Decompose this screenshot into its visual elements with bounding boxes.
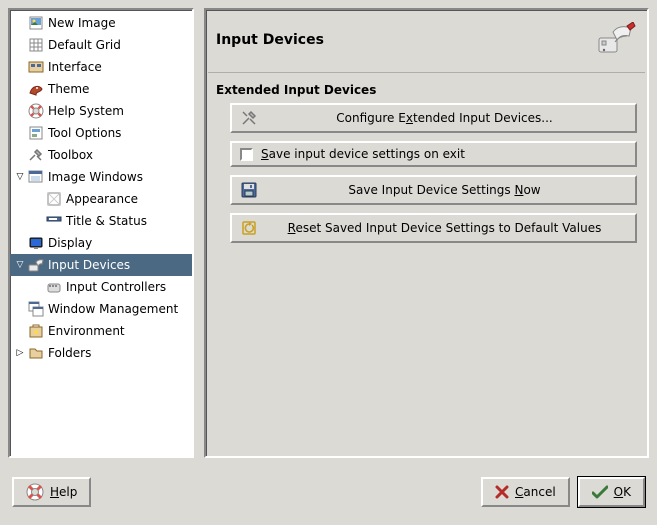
tree-item-label: Tool Options (48, 126, 121, 140)
tree-item-interface[interactable]: Interface (10, 56, 192, 78)
tree-item-appearance[interactable]: Appearance (10, 188, 192, 210)
tree-item-help-system[interactable]: Help System (10, 100, 192, 122)
env-icon (28, 323, 44, 339)
theme-icon (28, 81, 44, 97)
expander-icon (14, 61, 26, 73)
tree-item-window-management[interactable]: Window Management (10, 298, 192, 320)
checkbox-label: Save input device settings on exit (261, 147, 465, 161)
tree-item-environment[interactable]: Environment (10, 320, 192, 342)
lifebuoy-icon (26, 483, 44, 501)
tree-item-toolbox[interactable]: Toolbox (10, 144, 192, 166)
expander-icon (14, 83, 26, 95)
expander-icon (14, 237, 26, 249)
tree-item-label: Window Management (48, 302, 178, 316)
display-icon (28, 235, 44, 251)
preferences-tree: New Image Default Grid Interface Theme Help … (8, 8, 194, 458)
tree-item-label: Environment (48, 324, 125, 338)
tree-item-label: New Image (48, 16, 116, 30)
tree-item-label: Appearance (66, 192, 138, 206)
winmgmt-icon (28, 301, 44, 317)
expander-icon (32, 281, 44, 293)
expander-icon (14, 39, 26, 51)
tree-item-label: Default Grid (48, 38, 121, 52)
tree-item-label: Help System (48, 104, 124, 118)
tree-item-folders[interactable]: ▷ Folders (10, 342, 192, 364)
tree-item-label: Interface (48, 60, 102, 74)
expander-icon (32, 193, 44, 205)
section-title: Extended Input Devices (216, 83, 637, 97)
save-icon (240, 181, 258, 199)
save-now-button[interactable]: Save Input Device Settings Now (230, 175, 637, 205)
expander-icon[interactable]: ▽ (14, 259, 26, 271)
tree-item-title-status[interactable]: Title & Status (10, 210, 192, 232)
expander-icon (32, 215, 44, 227)
controllers-icon (46, 279, 62, 295)
cancel-icon (495, 485, 509, 499)
tree-item-label: Toolbox (48, 148, 93, 162)
appearance-icon (46, 191, 62, 207)
tree-item-input-controllers[interactable]: Input Controllers (10, 276, 192, 298)
title-icon (46, 213, 62, 229)
expander-icon[interactable]: ▽ (14, 171, 26, 183)
save-on-exit-checkbox[interactable]: Save input device settings on exit (230, 141, 637, 167)
tree-item-label: Title & Status (66, 214, 147, 228)
toolbox-icon (28, 147, 44, 163)
tree-item-theme[interactable]: Theme (10, 78, 192, 100)
save-now-label: Save Input Device Settings Now (262, 183, 627, 197)
tree-item-tool-options[interactable]: Tool Options (10, 122, 192, 144)
help-icon (28, 103, 44, 119)
input-devices-header-icon (597, 22, 637, 58)
cancel-button[interactable]: Cancel (481, 477, 570, 507)
panel-header: Input Devices (208, 12, 645, 73)
bottom-bar: Help Cancel OK (0, 466, 657, 518)
ok-button[interactable]: OK (578, 477, 645, 507)
checkbox-box-icon (240, 148, 253, 161)
panel-body: Extended Input Devices Configure Extende… (208, 73, 645, 261)
tree-item-new-image[interactable]: New Image (10, 12, 192, 34)
configure-extended-input-button[interactable]: Configure Extended Input Devices... (230, 103, 637, 133)
tooloptions-icon (28, 125, 44, 141)
tree-item-label: Input Devices (48, 258, 130, 272)
content-panel: Input Devices Extended Input Devices (204, 8, 649, 458)
expander-icon (14, 127, 26, 139)
ok-icon (592, 485, 608, 499)
expander-icon (14, 303, 26, 315)
grid-icon (28, 37, 44, 53)
interface-icon (28, 59, 44, 75)
configure-button-label: Configure Extended Input Devices... (262, 111, 627, 125)
reset-label: Reset Saved Input Device Settings to Def… (262, 221, 627, 235)
tree-item-label: Folders (48, 346, 91, 360)
tree-item-label: Image Windows (48, 170, 143, 184)
tools-icon (240, 109, 258, 127)
tree-item-label: Theme (48, 82, 89, 96)
tree-item-label: Display (48, 236, 92, 250)
tree-item-label: Input Controllers (66, 280, 166, 294)
ok-label: OK (614, 485, 631, 499)
newimage-icon (28, 15, 44, 31)
cancel-label: Cancel (515, 485, 556, 499)
help-button[interactable]: Help (12, 477, 91, 507)
reset-defaults-button[interactable]: Reset Saved Input Device Settings to Def… (230, 213, 637, 243)
inputdev-icon (28, 257, 44, 273)
reset-icon (240, 219, 258, 237)
tree-item-image-windows[interactable]: ▽ Image Windows (10, 166, 192, 188)
panel-title: Input Devices (216, 32, 324, 48)
expander-icon (14, 149, 26, 161)
expander-icon (14, 105, 26, 117)
imagewin-icon (28, 169, 44, 185)
tree-item-display[interactable]: Display (10, 232, 192, 254)
expander-icon (14, 325, 26, 337)
tree-item-input-devices[interactable]: ▽ Input Devices (10, 254, 192, 276)
tree-item-default-grid[interactable]: Default Grid (10, 34, 192, 56)
folders-icon (28, 345, 44, 361)
expander-icon (14, 17, 26, 29)
help-label: Help (50, 485, 77, 499)
expander-icon[interactable]: ▷ (14, 347, 26, 359)
